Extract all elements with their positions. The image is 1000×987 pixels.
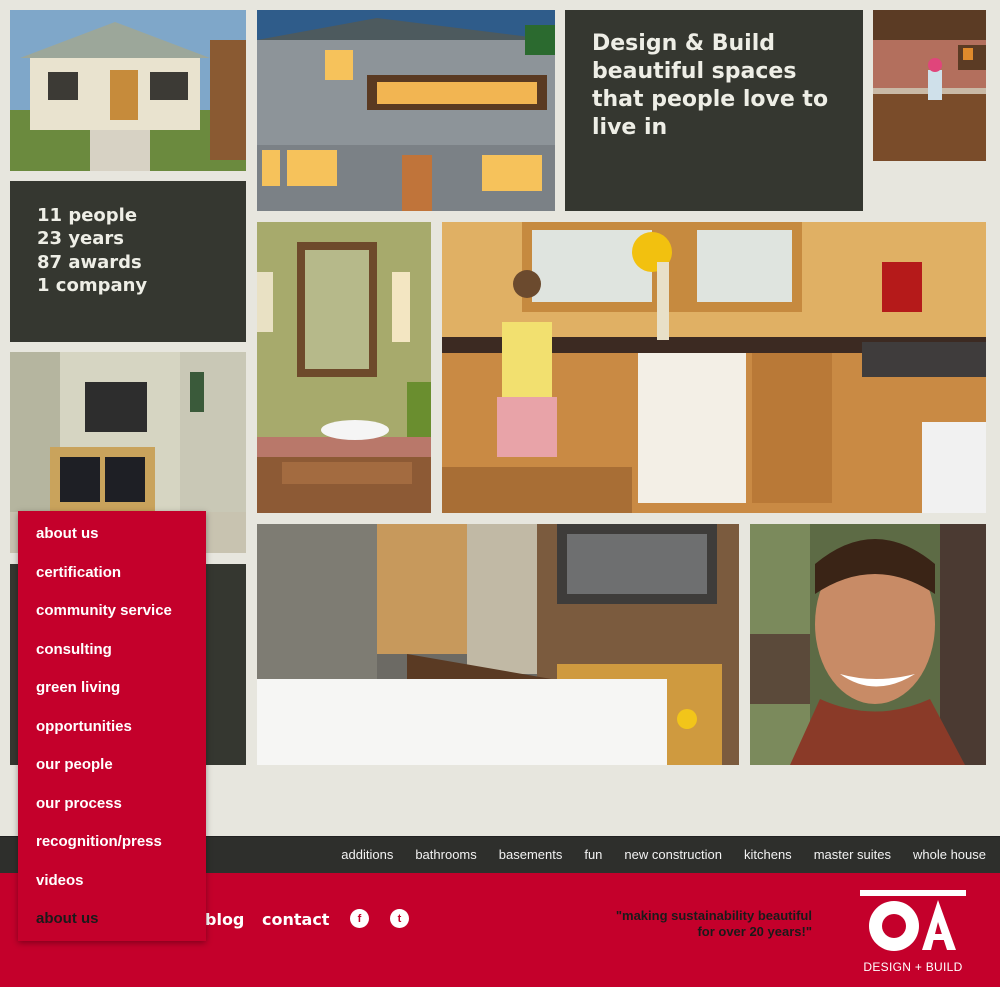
menu-item-certification[interactable]: certification [36, 564, 121, 581]
company-logo[interactable]: DESIGN + BUILD [860, 890, 966, 974]
stat-awards: 87 awards [37, 251, 142, 273]
photo-kitchen-shelves[interactable] [873, 10, 986, 161]
photo-house-evening[interactable] [257, 10, 555, 211]
menu-item-community-service[interactable]: community service [36, 602, 172, 619]
category-link-bathrooms[interactable]: bathrooms [415, 847, 476, 862]
stats-panel: 11 people 23 years 87 awards 1 company [10, 181, 246, 342]
footer-quote-line2: for over 20 years!" [697, 924, 812, 939]
menu-current-about-us[interactable]: about us [36, 910, 99, 927]
photo-bathroom-vanity[interactable] [257, 222, 431, 513]
tagline-text: Design & Build beautiful spaces that peo… [592, 31, 829, 140]
photo-cottage-exterior[interactable] [10, 10, 246, 171]
category-link-new-construction[interactable]: new construction [624, 847, 722, 862]
menu-item-our-process[interactable]: our process [36, 795, 122, 812]
menu-item-recognition-press[interactable]: recognition/press [36, 833, 162, 850]
logo-mark-icon [860, 890, 966, 951]
menu-item-green-living[interactable]: green living [36, 679, 120, 696]
menu-item-about-us[interactable]: about us [36, 525, 99, 542]
footer-link-blog[interactable]: blog [205, 910, 244, 929]
menu-item-opportunities[interactable]: opportunities [36, 718, 132, 735]
footer-quote-line1: "making sustainability beautiful [615, 908, 812, 923]
photo-kitchen-girl[interactable] [442, 222, 986, 513]
category-link-fun[interactable]: fun [584, 847, 602, 862]
menu-item-our-people[interactable]: our people [36, 756, 113, 773]
menu-item-consulting[interactable]: consulting [36, 641, 112, 658]
category-link-additions[interactable]: additions [341, 847, 393, 862]
photo-bedroom[interactable] [257, 524, 739, 765]
twitter-icon[interactable]: t [390, 909, 409, 928]
about-dropdown-menu: about us certification community service… [18, 511, 206, 941]
menu-item-videos[interactable]: videos [36, 872, 84, 889]
category-link-kitchens[interactable]: kitchens [744, 847, 792, 862]
stat-company: 1 company [37, 274, 148, 296]
footer-link-contact[interactable]: contact [262, 910, 329, 929]
photo-smiling-man[interactable] [750, 524, 986, 765]
tagline-panel: Design & Build beautiful spaces that peo… [565, 10, 863, 211]
facebook-icon[interactable]: f [350, 909, 369, 928]
stat-years: 23 years [37, 228, 124, 250]
category-link-whole-house[interactable]: whole house [913, 847, 986, 862]
logo-caption: DESIGN + BUILD [863, 960, 963, 974]
footer-quote: "making sustainability beautiful for ove… [580, 908, 812, 940]
stat-people: 11 people [37, 205, 138, 226]
category-link-basements[interactable]: basements [499, 847, 563, 862]
category-link-master-suites[interactable]: master suites [814, 847, 891, 862]
